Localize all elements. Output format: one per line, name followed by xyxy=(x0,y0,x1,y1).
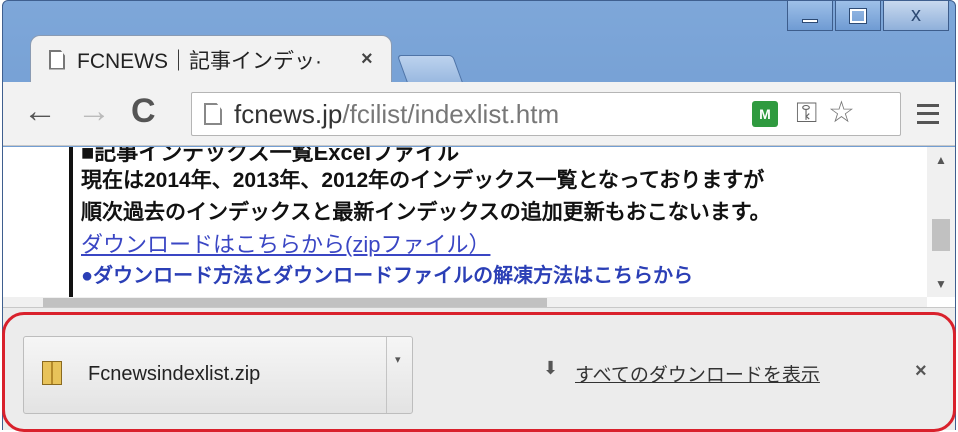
scroll-thumb[interactable] xyxy=(932,219,950,251)
page-icon xyxy=(204,103,222,125)
page-content: ■記事インデックス一覧Excelファイル 現在は2014年、2013年、2012… xyxy=(3,147,955,307)
scroll-up-icon[interactable]: ▲ xyxy=(935,153,947,167)
article: ■記事インデックス一覧Excelファイル 現在は2014年、2013年、2012… xyxy=(81,147,921,291)
window-controls: x xyxy=(785,1,949,31)
address-bar[interactable]: fcnews.jp/fcilist/indexlist.htm M ⚿ ☆ xyxy=(191,92,901,136)
window-close-button[interactable]: x xyxy=(883,1,949,31)
browser-toolbar: ← → C fcnews.jp/fcilist/indexlist.htm M … xyxy=(3,82,955,146)
tab-active[interactable]: FCNEWS｜記事インデッ· × xyxy=(30,35,392,83)
minimize-icon xyxy=(802,18,818,23)
new-tab-button[interactable] xyxy=(396,55,464,83)
paragraph-line: 順次過去のインデックスと最新インデックスの追加更新もおこないます。 xyxy=(81,201,771,224)
key-icon[interactable]: ⚿ xyxy=(796,97,817,130)
content-border xyxy=(69,147,73,307)
url-text: fcnews.jp/fcilist/indexlist.htm xyxy=(234,99,559,130)
scroll-down-icon[interactable]: ▼ xyxy=(935,277,947,291)
menu-icon[interactable] xyxy=(917,104,939,124)
minimize-button[interactable] xyxy=(787,1,833,31)
extension-shield-icon[interactable]: M xyxy=(752,101,778,127)
back-icon[interactable]: ← xyxy=(23,92,57,131)
annotation-highlight xyxy=(2,312,956,432)
vertical-scrollbar[interactable]: ▲ ▼ xyxy=(927,147,955,297)
reload-icon[interactable]: C xyxy=(131,92,156,131)
download-link[interactable]: ダウンロードはこちらから(zipファイル） xyxy=(81,229,921,261)
url-host: fcnews.jp xyxy=(234,98,343,129)
tab-close-icon[interactable]: × xyxy=(361,48,373,71)
scroll-thumb[interactable] xyxy=(43,298,547,307)
horizontal-scrollbar[interactable] xyxy=(3,297,927,307)
maximize-button[interactable] xyxy=(835,1,881,31)
close-icon: x xyxy=(911,4,921,26)
page-icon xyxy=(49,49,65,70)
maximize-icon xyxy=(849,7,867,24)
section-heading: ■記事インデックス一覧Excelファイル xyxy=(81,147,460,165)
paragraph-line: 現在は2014年、2013年、2012年のインデックス一覧となっておりますが xyxy=(81,169,765,192)
bookmark-star-icon[interactable]: ☆ xyxy=(828,95,855,130)
url-path: /fcilist/indexlist.htm xyxy=(342,98,560,129)
forward-icon[interactable]: → xyxy=(77,92,111,131)
howto-link[interactable]: ●ダウンロード方法とダウンロードファイルの解凍方法はこちらから xyxy=(81,261,921,291)
tab-title: FCNEWS｜記事インデッ· xyxy=(77,49,322,73)
